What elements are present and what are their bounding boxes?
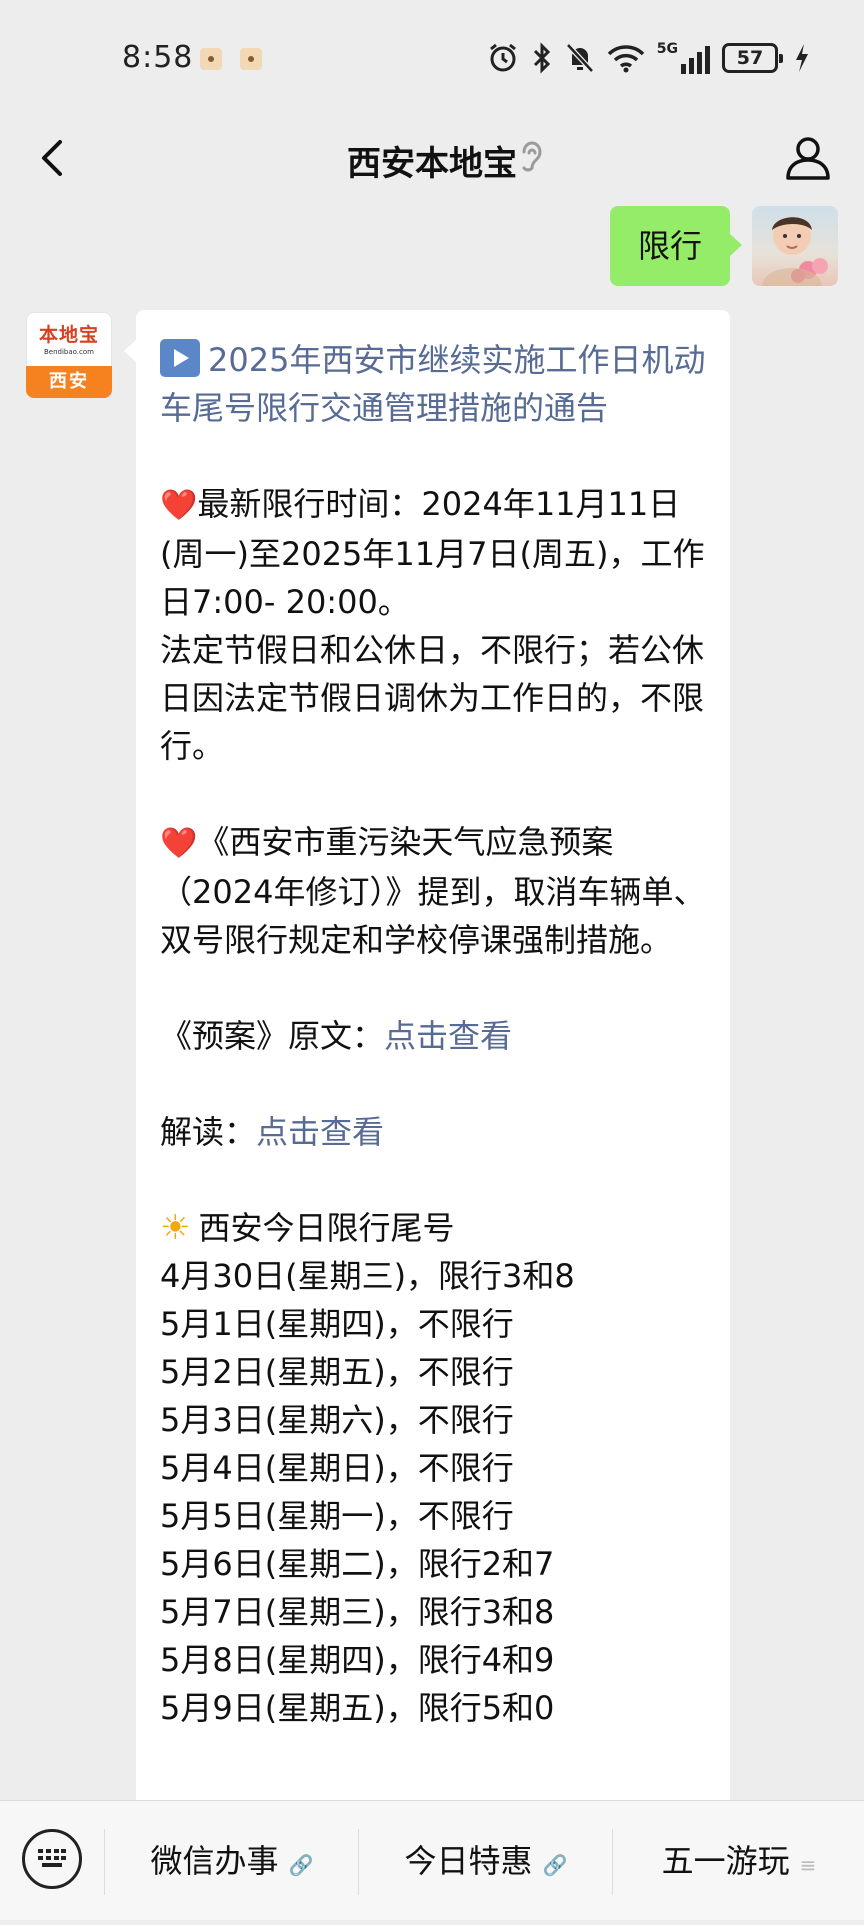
battery-level: 57 bbox=[736, 47, 764, 69]
heart-icon: ❤️ bbox=[160, 826, 198, 861]
today-restriction-title: ☀ 西安今日限行尾号 bbox=[160, 1204, 706, 1252]
charging-icon bbox=[796, 44, 808, 72]
keyboard-toggle-button[interactable] bbox=[22, 1829, 82, 1889]
status-bar: 8:58 5G 57 bbox=[0, 0, 864, 110]
keyboard-icon bbox=[38, 1849, 66, 1867]
notification-app-icon bbox=[240, 48, 262, 70]
heart-icon: ❤️ bbox=[160, 488, 198, 523]
schedule-item: 5月3日(星期六)，不限行 bbox=[160, 1401, 514, 1439]
holiday-rule-text: 法定节假日和公休日，不限行；若公休日因法定节假日调休为工作日的，不限行。 bbox=[160, 631, 705, 765]
menu-item-may-day-travel[interactable]: 五一游玩 ≡ bbox=[614, 1801, 864, 1921]
bluetooth-icon bbox=[533, 42, 550, 74]
mute-bell-icon bbox=[565, 43, 594, 73]
schedule-item: 4月30日(星期三)，限行3和8 bbox=[160, 1257, 575, 1295]
logo-city: 西安 bbox=[26, 366, 112, 398]
interpretation-link[interactable]: 点击查看 bbox=[256, 1113, 384, 1151]
plan-original-label: 《预案》原文： bbox=[160, 1017, 385, 1055]
outgoing-message: 限行 bbox=[0, 206, 864, 286]
status-icons: 5G 57 bbox=[487, 38, 810, 78]
official-account-avatar[interactable]: 本地宝 Bendibao.com 西安 bbox=[26, 312, 112, 398]
wifi-icon bbox=[607, 45, 645, 73]
interpretation-label: 解读： bbox=[160, 1113, 257, 1151]
status-time: 8:58 bbox=[122, 40, 194, 75]
submenu-icon: ≡ bbox=[799, 1853, 817, 1877]
schedule-item: 5月4日(星期日)，不限行 bbox=[160, 1449, 514, 1487]
menu-item-wechat-services[interactable]: 微信办事 🔗 bbox=[106, 1801, 358, 1921]
chat-header: 西安本地宝 bbox=[0, 110, 864, 206]
child-portrait-icon bbox=[762, 217, 828, 286]
plan-original-link[interactable]: 点击查看 bbox=[384, 1017, 512, 1055]
earpiece-mode-icon bbox=[522, 141, 542, 172]
alarm-icon bbox=[489, 43, 516, 72]
menu-divider bbox=[104, 1829, 105, 1895]
logo-text: 本地宝 bbox=[38, 324, 99, 346]
time-label: 最新限行时间： bbox=[197, 485, 422, 523]
user-avatar[interactable] bbox=[752, 206, 838, 286]
schedule-item: 5月2日(星期五)，不限行 bbox=[160, 1353, 514, 1391]
outgoing-bubble[interactable]: 限行 bbox=[609, 206, 743, 286]
interpretation-line: 解读：点击查看 bbox=[160, 1108, 706, 1156]
notification-app-icon bbox=[200, 48, 222, 70]
battery-icon: 57 bbox=[722, 43, 783, 73]
link-icon: 🔗 bbox=[542, 1853, 568, 1877]
schedule-item: 5月1日(星期四)，不限行 bbox=[160, 1305, 514, 1343]
chat-area[interactable]: 限行 本地宝 Bendibao.com 西安 2025年西安市继续实施工作日机动… bbox=[0, 206, 864, 1800]
schedule-item: 5月8日(星期四)，限行4和9 bbox=[160, 1641, 555, 1679]
restriction-time-paragraph: ❤️最新限行时间：2024年11月11日(周一)至2025年11月7日(周五)，… bbox=[160, 480, 706, 626]
cellular-signal-icon: 5G bbox=[657, 42, 710, 74]
logo-url: Bendibao.com bbox=[43, 348, 94, 356]
emergency-plan-text: 《西安市重污染天气应急预案（2024年修订）》提到，取消车辆单、双号限行规定和学… bbox=[160, 823, 706, 959]
emergency-plan-paragraph: ❤️《西安市重污染天气应急预案（2024年修订）》提到，取消车辆单、双号限行规定… bbox=[160, 818, 706, 964]
today-title-text: 西安今日限行尾号 bbox=[198, 1209, 455, 1247]
schedule-item: 5月6日(星期二)，限行2和7 bbox=[160, 1545, 555, 1583]
schedule-item: 5月5日(星期一)，不限行 bbox=[160, 1497, 514, 1535]
network-type-label: 5G bbox=[656, 41, 678, 57]
menu-item-label: 五一游玩 bbox=[661, 1842, 790, 1880]
menu-divider bbox=[612, 1829, 613, 1895]
notice-headline-text: 2025年西安市继续实施工作日机动车尾号限行交通管理措施的通告 bbox=[160, 341, 706, 427]
incoming-message-bubble[interactable]: 2025年西安市继续实施工作日机动车尾号限行交通管理措施的通告 ❤️最新限行时间… bbox=[124, 310, 730, 1800]
official-account-menu: 微信办事 🔗 今日特惠 🔗 五一游玩 ≡ bbox=[0, 1800, 864, 1920]
schedule-item: 5月7日(星期三)，限行3和8 bbox=[160, 1593, 555, 1631]
notice-headline[interactable]: 2025年西安市继续实施工作日机动车尾号限行交通管理措施的通告 bbox=[160, 336, 706, 432]
restriction-schedule-list: 4月30日(星期三)，限行3和8 5月1日(星期四)，不限行 5月2日(星期五)… bbox=[160, 1252, 706, 1732]
menu-divider bbox=[358, 1829, 359, 1895]
chat-title: 西安本地宝 bbox=[347, 144, 517, 184]
play-icon bbox=[160, 339, 200, 377]
menu-item-today-deals[interactable]: 今日特惠 🔗 bbox=[360, 1801, 612, 1921]
menu-item-label: 今日特惠 bbox=[404, 1842, 533, 1880]
sun-icon: ☀ bbox=[160, 1208, 191, 1248]
profile-icon[interactable] bbox=[782, 132, 834, 184]
link-icon: 🔗 bbox=[288, 1853, 314, 1877]
menu-item-label: 微信办事 bbox=[150, 1842, 279, 1880]
plan-original-line: 《预案》原文：点击查看 bbox=[160, 1012, 706, 1060]
schedule-item: 5月9日(星期五)，限行5和0 bbox=[160, 1689, 555, 1727]
